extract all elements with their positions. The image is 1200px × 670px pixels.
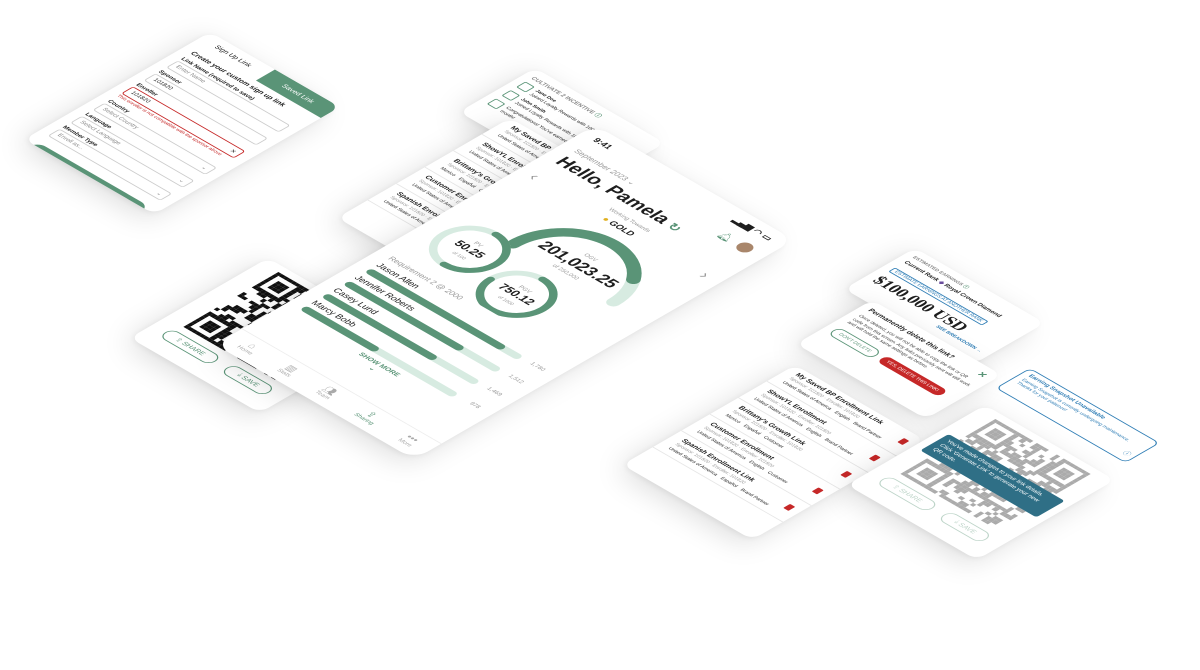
info-icon: ⓘ bbox=[960, 284, 971, 290]
signup-form-card: Sign Up Link Saved Link Create your cust… bbox=[24, 32, 340, 215]
info-icon: ⓘ bbox=[1120, 450, 1133, 458]
trophy-icon bbox=[516, 81, 536, 93]
nav-item-stats[interactable]: ▥ Stats bbox=[275, 363, 302, 378]
info-icon: ⓘ bbox=[591, 112, 603, 119]
nav-item-team[interactable]: 👥︎ Team bbox=[313, 385, 340, 400]
chevron-right-icon[interactable]: › bbox=[694, 270, 713, 282]
chevron-down-icon: ⌄ bbox=[154, 191, 165, 197]
trophy-icon bbox=[501, 89, 521, 101]
refresh-icon[interactable]: ↻ bbox=[663, 221, 685, 234]
chevron-down-icon: ⌄ bbox=[199, 165, 209, 171]
nav-item-sharing[interactable]: ⇪ Sharing bbox=[352, 407, 385, 426]
close-icon[interactable]: ✕ bbox=[228, 148, 238, 155]
nav-item-more[interactable]: ••• More bbox=[396, 433, 423, 448]
chevron-left-icon[interactable]: ‹ bbox=[523, 171, 543, 183]
pgv-value: 750.12 bbox=[495, 282, 539, 307]
chevron-down-icon: ⌄ bbox=[366, 365, 378, 373]
alert-title: Earning Snapshot Unavailable bbox=[1026, 373, 1107, 421]
close-icon[interactable]: ✕ bbox=[974, 370, 990, 379]
chevron-down-icon: ⌄ bbox=[176, 178, 187, 184]
trophy-icon bbox=[486, 98, 506, 110]
nav-item-home[interactable]: ⌂ Home bbox=[235, 340, 264, 356]
